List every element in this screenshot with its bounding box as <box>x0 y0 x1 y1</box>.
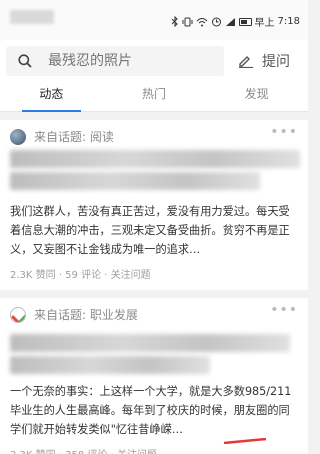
feed-card[interactable]: 来自话题: 职业发展 ••• 一个无奈的事实：上这样一个大学，就是大多数985/… <box>0 298 308 454</box>
avatar <box>10 128 26 145</box>
blurred-question-title <box>10 356 210 374</box>
answer-excerpt[interactable]: 我们这群人，苦没有真正苦过，爱没有用力爱过。每天受着信息大潮的冲击，三观未定又备… <box>10 202 300 259</box>
carrier-name-blurred <box>10 10 54 24</box>
blurred-question-title <box>10 172 260 190</box>
tab-hot[interactable]: 热门 <box>103 80 206 111</box>
blurred-question-title <box>10 334 290 352</box>
tab-activity[interactable]: 动态 <box>0 80 103 112</box>
annotation-arrow <box>223 438 267 444</box>
battery-icon <box>238 17 252 26</box>
tab-discover[interactable]: 发现 <box>205 80 308 111</box>
header: 提问 动态 热门 发现 <box>0 40 308 112</box>
signal-icon <box>225 17 235 26</box>
blurred-question-title <box>10 150 300 168</box>
search-icon <box>18 54 32 68</box>
pencil-icon <box>239 56 253 68</box>
vibrate-icon <box>182 17 193 26</box>
answer-stats: 2.3K 赞同 · 59 评论 · 关注问题 <box>10 270 151 281</box>
answer-stats: 2.3K 赞同 · 358 评论 · 关注问题 <box>10 446 157 454</box>
topic-source[interactable]: 来自话题: 阅读 <box>34 128 114 145</box>
answer-excerpt[interactable]: 一个无奈的事实：上这样一个大学，就是大多数985/211毕业生的人生最高峰。每年… <box>10 382 300 439</box>
bluetooth-icon <box>171 16 178 27</box>
ask-button-label: 提问 <box>262 54 290 70</box>
wifi-icon <box>196 17 207 26</box>
tab-bar: 动态 热门 发现 <box>0 80 308 112</box>
more-options-icon[interactable]: ••• <box>270 303 298 317</box>
search-box[interactable] <box>6 46 224 76</box>
ask-button[interactable]: 提问 <box>230 46 304 76</box>
card-header: 来自话题: 阅读 <box>10 128 114 145</box>
more-options-icon[interactable]: ••• <box>270 125 298 139</box>
status-time-prefix: 早上 <box>254 18 275 29</box>
avatar <box>10 306 26 323</box>
status-time: 7:18 <box>277 16 300 27</box>
card-header: 来自话题: 职业发展 <box>10 306 138 323</box>
feed-card[interactable]: 来自话题: 阅读 ••• 我们这群人，苦没有真正苦过，爱没有用力爱过。每天受着信… <box>0 120 308 290</box>
status-bar: 早上 7:18 <box>0 0 308 40</box>
alarm-icon <box>211 17 221 27</box>
status-icons: 早上 7:18 <box>171 14 300 29</box>
search-input[interactable] <box>48 53 218 69</box>
topic-source[interactable]: 来自话题: 职业发展 <box>34 306 138 323</box>
